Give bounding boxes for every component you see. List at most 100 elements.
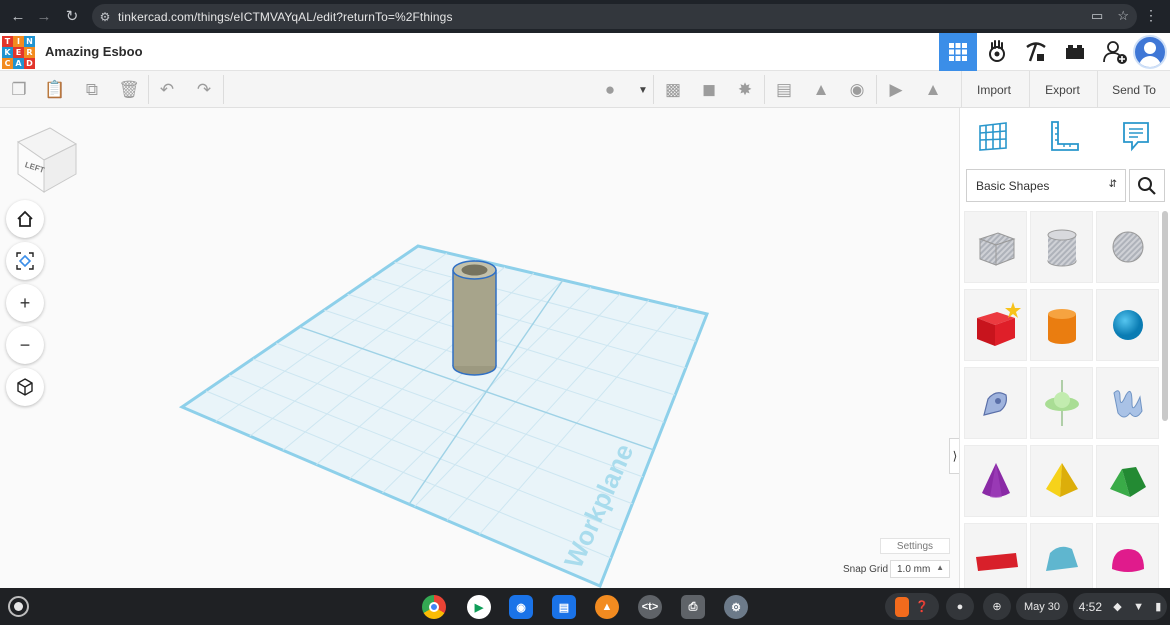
workplane-grid[interactable]: Workplane xyxy=(0,108,959,588)
lego-bricks-button[interactable] xyxy=(1056,33,1094,71)
shapes-scrollbar[interactable] xyxy=(1162,211,1168,421)
date-pill[interactable]: May 30 xyxy=(1016,593,1068,620)
shape-box-hole[interactable] xyxy=(964,211,1027,283)
settings-button[interactable]: Settings xyxy=(880,538,950,554)
cruise-icon[interactable]: ✸ xyxy=(733,78,757,102)
site-info-icon[interactable]: ⚙ xyxy=(92,10,118,24)
dropdown-caret-icon[interactable]: ▼ xyxy=(631,78,655,102)
send-to-button[interactable]: Send To xyxy=(1097,71,1170,108)
shape-box[interactable] xyxy=(964,289,1027,361)
ruler-drop-icon[interactable]: ▲ xyxy=(921,78,945,102)
vlc-app-icon[interactable]: ▲ xyxy=(595,595,619,619)
sphere-hole-icon xyxy=(1112,231,1143,263)
shape-cylinder[interactable] xyxy=(1030,289,1093,361)
blocks-codeblocks-button[interactable] xyxy=(1017,33,1055,71)
shape-category-select[interactable]: Basic Shapes ⇵ xyxy=(966,169,1126,202)
sim-lab-button[interactable] xyxy=(978,33,1016,71)
address-bar[interactable]: ⚙ tinkercad.com/things/eICTMVAYqAL/edit?… xyxy=(92,4,1137,29)
fit-view-button[interactable] xyxy=(6,242,44,280)
ungroup-icon[interactable]: ◼ xyxy=(697,78,721,102)
box-hole-icon xyxy=(978,232,1015,266)
tinkercad-logo[interactable]: T I N K E R C A D xyxy=(2,36,35,69)
home-icon xyxy=(17,210,33,227)
shape-roof[interactable] xyxy=(1096,445,1159,517)
plus-circle-icon: ⊕ xyxy=(992,601,1002,613)
back-icon[interactable]: ← xyxy=(5,3,31,29)
camera-app-icon[interactable]: ◉ xyxy=(509,595,533,619)
redo-icon[interactable]: ↷ xyxy=(192,78,216,102)
files-app-icon[interactable]: ▤ xyxy=(552,595,576,619)
zoom-out-button[interactable]: − xyxy=(6,326,44,364)
forward-icon[interactable]: → xyxy=(31,3,57,29)
logo-letter: K xyxy=(2,47,13,58)
shape-sphere[interactable] xyxy=(1096,289,1159,361)
tote-holding-space[interactable]: ❓ xyxy=(885,593,939,620)
shape-cylinder-hole[interactable] xyxy=(1030,211,1093,283)
align-icon[interactable]: ▤ xyxy=(772,78,796,102)
shape-text[interactable] xyxy=(964,523,1027,588)
collapse-panel-button[interactable]: ⟩ xyxy=(949,438,959,474)
mirror-icon[interactable]: ▲ xyxy=(809,78,833,102)
zoom-in-button[interactable]: + xyxy=(6,284,44,322)
play-app-icon[interactable]: ▶ xyxy=(467,595,491,619)
printer-app-icon[interactable]: ⎙ xyxy=(681,595,705,619)
scribble-pen-icon xyxy=(982,392,1007,416)
app-header: T I N K E R C A D Amazing Esboo xyxy=(0,33,1170,71)
shape-scribble[interactable] xyxy=(964,367,1027,439)
user-avatar[interactable] xyxy=(1133,35,1167,69)
launcher-button[interactable] xyxy=(8,596,29,617)
view-cube[interactable]: LEFT xyxy=(14,124,78,196)
snap-grid-select[interactable]: 1.0 mm ▲ xyxy=(890,560,950,578)
half-sphere-icon xyxy=(1111,549,1144,572)
export-button[interactable]: Export xyxy=(1029,71,1095,108)
bookmark-star-icon[interactable]: ☆ xyxy=(1117,8,1129,24)
shape-sphere-hole[interactable] xyxy=(1096,211,1159,283)
logo-letter: I xyxy=(13,36,24,47)
ruler-tool-icon[interactable] xyxy=(1046,118,1082,154)
3d-design-view-button[interactable] xyxy=(939,33,977,71)
shape-search-button[interactable] xyxy=(1129,169,1165,202)
import-button[interactable]: Import xyxy=(961,71,1026,108)
add-desk-button[interactable]: ⊕ xyxy=(983,593,1011,620)
shape-cone[interactable] xyxy=(964,445,1027,517)
chevron-up-icon: ▲ xyxy=(936,563,944,572)
copy-icon[interactable]: ❐ xyxy=(7,78,31,102)
home-view-button[interactable] xyxy=(6,200,44,238)
edit-toolbar: ❐ 📋 ⧉ 🗑 ↶ ↷ ● ▼ ▩ ◼ ✸ ▤ ▲ ◉ ▶ ▲ Import E… xyxy=(0,71,1170,108)
status-tray[interactable]: 4:52 ◆ ▼ ▮ xyxy=(1073,593,1167,620)
notes-tool-icon[interactable] xyxy=(1118,118,1154,154)
url-text[interactable]: tinkercad.com/things/eICTMVAYqAL/edit?re… xyxy=(118,10,453,24)
shape-graphic[interactable] xyxy=(1030,367,1093,439)
invite-collaborator-button[interactable] xyxy=(1096,33,1134,71)
3d-viewport[interactable]: Workplane LEFT + − Settings Snap Grid 1.… xyxy=(0,108,959,588)
shape-round-roof[interactable] xyxy=(1030,523,1093,588)
shape-pyramid[interactable] xyxy=(1030,445,1093,517)
undo-icon[interactable]: ↶ xyxy=(155,78,179,102)
settings-app-icon[interactable]: ⚙ xyxy=(724,595,748,619)
perspective-toggle-button[interactable] xyxy=(6,368,44,406)
duplicate-icon[interactable]: ⧉ xyxy=(80,78,104,102)
text-shape-icon xyxy=(975,553,1018,571)
screen-record-button[interactable]: ● xyxy=(946,593,974,620)
tube-shape[interactable] xyxy=(452,260,497,376)
group-icon[interactable]: ▩ xyxy=(661,78,685,102)
browser-menu-icon[interactable]: ⋮ xyxy=(1144,7,1158,24)
terminal-app-icon[interactable]: <t> xyxy=(638,595,662,619)
paste-icon[interactable]: 📋 xyxy=(43,78,67,102)
design-title[interactable]: Amazing Esboo xyxy=(45,44,143,59)
reload-icon[interactable]: ↻ xyxy=(59,3,85,29)
shape-sketch[interactable] xyxy=(1096,367,1159,439)
os-shelf: ▶ ◉ ▤ ▲ <t> ⎙ ⚙ ❓ ● ⊕ May 30 4:52 ◆ ▼ ▮ xyxy=(0,588,1170,625)
box-icon xyxy=(976,302,1021,346)
workplane-tool-icon[interactable] xyxy=(975,118,1011,154)
workplane-icon[interactable]: ◉ xyxy=(845,78,869,102)
logo-letter: C xyxy=(2,58,13,69)
chevron-right-icon: ⟩ xyxy=(952,449,958,463)
notes-icon[interactable]: ▶ xyxy=(884,78,908,102)
pickaxe-icon xyxy=(1026,42,1046,62)
delete-icon[interactable]: 🗑 xyxy=(117,78,141,102)
chrome-app-icon[interactable] xyxy=(422,595,446,619)
shape-half-sphere[interactable] xyxy=(1096,523,1159,588)
lightbulb-icon[interactable]: ● xyxy=(598,78,622,102)
cast-icon[interactable]: ▭ xyxy=(1091,8,1103,24)
